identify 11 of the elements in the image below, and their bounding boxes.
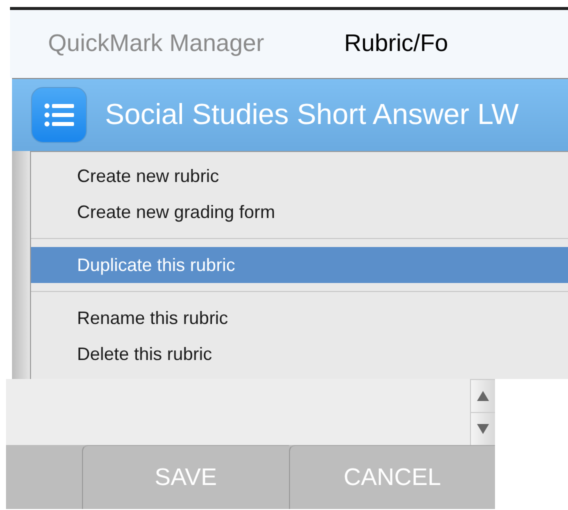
scrollbar[interactable] (470, 379, 495, 445)
menu-item[interactable]: Rename this rubric (31, 300, 568, 336)
up-arrow-icon[interactable] (477, 391, 489, 401)
menu-icon (44, 103, 74, 127)
menu-item[interactable]: Create new rubric (31, 158, 568, 194)
menu-item[interactable]: Delete this rubric (31, 336, 568, 372)
down-arrow-icon[interactable] (477, 424, 489, 434)
rubric-title: Social Studies Short Answer LW (105, 98, 519, 132)
tab[interactable]: Rubric/Fo (344, 30, 448, 58)
menu-button[interactable] (31, 87, 87, 143)
menu-item[interactable]: Create new grading form (31, 194, 568, 230)
